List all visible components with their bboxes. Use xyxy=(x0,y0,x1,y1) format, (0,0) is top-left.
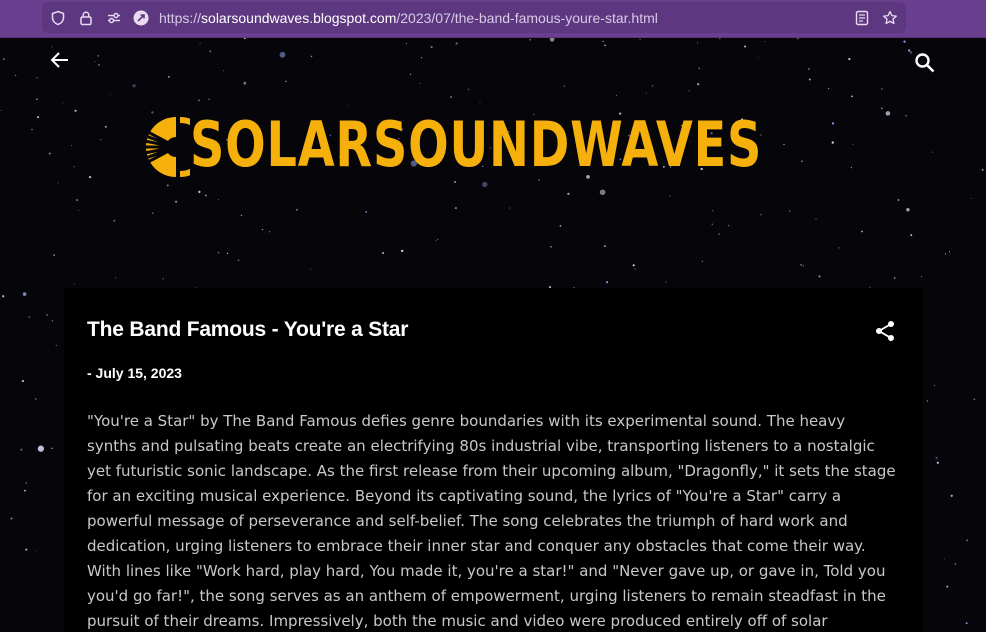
reader-view-icon[interactable] xyxy=(854,10,870,26)
site-info-icon[interactable] xyxy=(133,10,149,26)
blog-page: SOLARSOUNDWAVES The Band Famous - You're… xyxy=(0,38,986,632)
address-bar[interactable]: https://solarsoundwaves.blogspot.com/202… xyxy=(42,2,906,33)
blog-logo-text: SOLARSOUNDWAVES xyxy=(190,108,763,181)
url-prefix: https:// xyxy=(159,10,202,26)
post-title[interactable]: The Band Famous - You're a Star xyxy=(87,318,408,342)
search-icon[interactable] xyxy=(912,50,938,76)
post-date[interactable]: - July 15, 2023 xyxy=(87,365,182,381)
share-icon[interactable] xyxy=(874,320,896,342)
back-arrow-icon[interactable] xyxy=(48,48,72,72)
url-text[interactable]: https://solarsoundwaves.blogspot.com/202… xyxy=(159,9,658,27)
post-body: "You're a Star" by The Band Famous defie… xyxy=(87,412,896,630)
url-path: /2023/07/the-band-famous-youre-star.html xyxy=(396,10,658,26)
permissions-icon[interactable] xyxy=(106,10,122,26)
browser-toolbar: https://solarsoundwaves.blogspot.com/202… xyxy=(0,0,986,38)
shield-icon[interactable] xyxy=(50,10,66,26)
sun-icon xyxy=(118,116,190,178)
blog-logo[interactable]: SOLARSOUNDWAVES xyxy=(118,110,838,180)
url-host: solarsoundwaves.blogspot.com xyxy=(201,10,397,26)
lock-icon[interactable] xyxy=(78,10,94,26)
blog-header: SOLARSOUNDWAVES xyxy=(0,38,986,288)
bookmark-star-icon[interactable] xyxy=(882,10,898,26)
blog-post: The Band Famous - You're a Star - July 1… xyxy=(64,288,922,632)
